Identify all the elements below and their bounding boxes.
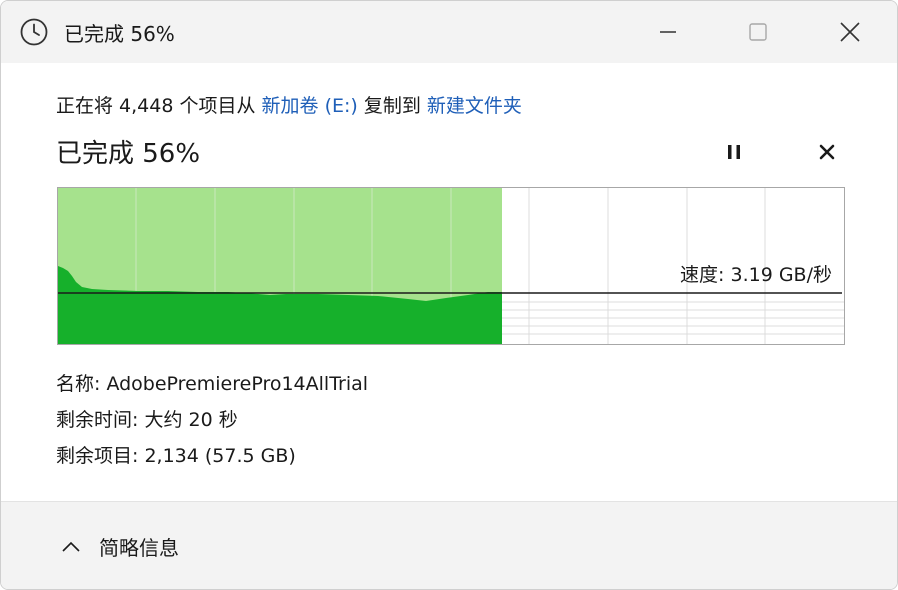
file-name-label: 名称: <box>56 373 101 395</box>
copy-middle: 复制到 <box>363 95 421 117</box>
pause-button[interactable] <box>719 137 749 167</box>
source-link[interactable]: 新加卷 (E:) <box>262 95 358 117</box>
time-remaining-value: 大约 20 秒 <box>144 409 238 431</box>
items-remaining-value: 2,134 (57.5 GB) <box>144 445 296 467</box>
pause-icon <box>728 145 740 159</box>
copy-description: 正在将 4,448 个项目从 新加卷 (E:) 复制到 新建文件夹 <box>56 91 522 118</box>
cancel-icon <box>819 144 835 160</box>
minimize-icon <box>660 31 676 33</box>
fewer-details-button[interactable]: 简略信息 <box>61 532 179 561</box>
progress-label: 已完成 56% <box>56 139 201 169</box>
file-name-row: 名称: AdobePremierePro14AllTrial <box>56 369 368 396</box>
clock-icon <box>19 17 49 47</box>
items-remaining-label: 剩余项目: <box>56 445 139 467</box>
transfer-speed-graph: 速度: 3.19 GB/秒 <box>57 187 845 345</box>
time-remaining-row: 剩余时间: 大约 20 秒 <box>56 405 238 432</box>
dialog-body: 正在将 4,448 个项目从 新加卷 (E:) 复制到 新建文件夹 已完成 56… <box>1 63 897 501</box>
title-bar[interactable]: 已完成 56% <box>1 1 897 63</box>
window-title: 已完成 56% <box>64 22 175 46</box>
fewer-details-label: 简略信息 <box>99 536 179 560</box>
close-window-button[interactable] <box>827 13 873 51</box>
items-remaining-row: 剩余项目: 2,134 (57.5 GB) <box>56 441 296 468</box>
speed-label: 速度: 3.19 GB/秒 <box>680 264 832 286</box>
file-name-value: AdobePremierePro14AllTrial <box>106 373 369 395</box>
copy-prefix: 正在将 4,448 个项目从 <box>56 95 256 117</box>
chevron-up-icon <box>62 541 80 552</box>
destination-link[interactable]: 新建文件夹 <box>427 95 522 117</box>
maximize-icon <box>749 23 767 41</box>
minimize-button[interactable] <box>645 13 691 51</box>
copy-progress-dialog: 已完成 56% 正在将 4,448 个项目从 新加卷 (E:) 复制到 新建文件… <box>0 0 898 590</box>
time-remaining-label: 剩余时间: <box>56 409 139 431</box>
close-icon <box>840 22 860 42</box>
cancel-button[interactable] <box>812 137 842 167</box>
dialog-footer: 简略信息 <box>1 501 897 589</box>
maximize-button[interactable] <box>735 13 781 51</box>
